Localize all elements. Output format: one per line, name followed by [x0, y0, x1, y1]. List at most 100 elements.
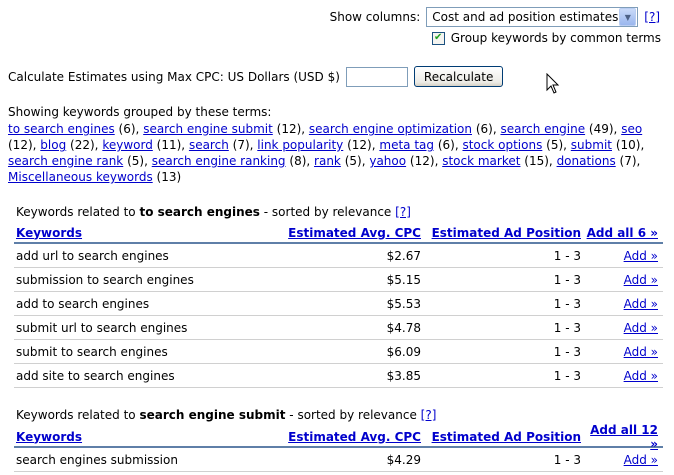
keywords-column-header[interactable]: Keywords — [14, 430, 246, 444]
show-columns-select[interactable]: Cost and ad position estimates ▼ — [426, 7, 639, 27]
section-suffix: - sorted by relevance — [263, 205, 392, 219]
term-count: (11) — [156, 138, 182, 152]
keywords-table: Keywords Estimated Avg. CPC Estimated Ad… — [14, 423, 663, 472]
term-count: (12) — [276, 122, 302, 136]
section-prefix: Keywords related to — [16, 205, 136, 219]
show-columns-row: Show columns: Cost and ad position estim… — [330, 7, 660, 27]
add-keyword-link[interactable]: Add » — [624, 345, 658, 359]
keyword-cell: submit url to search engines — [16, 320, 188, 335]
add-all-link[interactable]: Add all 12 » — [590, 423, 658, 451]
position-column-header[interactable]: Estimated Ad Position — [432, 226, 581, 240]
term-count: (5) — [344, 154, 362, 168]
table-header: Keywords Estimated Avg. CPC Estimated Ad… — [14, 423, 663, 451]
term-count: (12) — [347, 138, 372, 152]
term-count: (15) — [524, 154, 549, 168]
term-link[interactable]: stock market — [442, 154, 520, 168]
table-row: submit to search engines $6.09 1 - 3 Add » — [14, 340, 663, 364]
term-link[interactable]: search engine ranking — [152, 154, 286, 168]
position-cell: 1 - 3 — [553, 272, 581, 287]
keywords-table: Keywords Estimated Avg. CPC Estimated Ad… — [14, 223, 663, 388]
group-keywords-checkbox[interactable]: ✔ — [431, 31, 445, 45]
keyword-cell: search engines submission — [16, 452, 178, 467]
term-link[interactable]: seo — [621, 122, 642, 136]
section-term: to search engines — [139, 205, 260, 219]
position-cell: 1 - 3 — [553, 296, 581, 311]
term-link[interactable]: search engine optimization — [309, 122, 472, 136]
section-term: search engine submit — [139, 408, 286, 422]
term-link[interactable]: meta tag — [379, 138, 434, 152]
position-column-header[interactable]: Estimated Ad Position — [432, 430, 581, 444]
term-link[interactable]: rank — [314, 154, 341, 168]
add-keyword-link[interactable]: Add » — [624, 369, 658, 383]
grouped-terms-heading: Showing keywords grouped by these terms: — [8, 105, 272, 119]
calculate-row: Calculate Estimates using Max CPC: US Do… — [8, 66, 504, 87]
section-prefix: Keywords related to — [16, 408, 136, 422]
chevron-down-icon[interactable]: ▼ — [619, 8, 637, 26]
term-link[interactable]: blog — [40, 138, 66, 152]
add-all-link[interactable]: Add all 6 » — [587, 226, 658, 240]
term-link[interactable]: submit — [571, 138, 612, 152]
show-columns-label: Show columns: — [329, 10, 421, 24]
term-count: (5) — [546, 138, 564, 152]
table-row: add to search engines $5.53 1 - 3 Add » — [14, 292, 663, 316]
term-count: (12) — [409, 154, 435, 168]
term-link[interactable]: link popularity — [257, 138, 343, 152]
cpc-cell: $5.15 — [386, 272, 421, 287]
section-heading: Keywords related to to search engines - … — [16, 205, 411, 219]
term-link[interactable]: search engine — [500, 122, 585, 136]
position-cell: 1 - 3 — [553, 368, 581, 383]
term-link[interactable]: donations — [557, 154, 616, 168]
table-row: search engines submission $4.29 1 - 3 Add » — [14, 448, 663, 472]
cpc-cell: $3.85 — [386, 368, 421, 383]
cpc-cell: $2.67 — [386, 248, 421, 263]
section-help-link[interactable]: [?] — [421, 408, 437, 422]
term-link[interactable]: keyword — [102, 138, 153, 152]
term-link[interactable]: Miscellaneous keywords — [8, 170, 153, 184]
max-cpc-input[interactable] — [345, 66, 408, 87]
section-heading: Keywords related to search engine submit… — [16, 408, 436, 422]
cpc-cell: $4.78 — [386, 320, 421, 335]
term-link[interactable]: search — [189, 138, 229, 152]
add-keyword-link[interactable]: Add » — [624, 273, 658, 287]
term-link[interactable]: yahoo — [369, 154, 406, 168]
keyword-cell: add to search engines — [16, 296, 150, 311]
term-count: (8) — [289, 154, 307, 168]
position-cell: 1 - 3 — [553, 452, 581, 467]
position-cell: 1 - 3 — [553, 320, 581, 335]
grouped-terms-list: to search engines (6), search engine sub… — [8, 122, 645, 184]
section-help-link[interactable]: [?] — [395, 205, 411, 219]
table-row: add site to search engines $3.85 1 - 3 Add … — [14, 364, 663, 388]
mouse-cursor-icon — [546, 73, 560, 94]
term-count: (22) — [70, 138, 95, 152]
keyword-cell: add site to search engines — [16, 368, 175, 383]
table-row: add url to search engines $2.67 1 - 3 Add » — [14, 244, 663, 268]
add-keyword-link[interactable]: Add » — [624, 249, 658, 263]
table-row: submit url to search engines $4.78 1 - 3 Ad… — [14, 316, 663, 340]
table-row: submission to search engines $5.15 1 - 3 Ad… — [14, 268, 663, 292]
section-suffix: - sorted by relevance — [289, 408, 417, 422]
cpc-cell: $6.09 — [386, 344, 421, 359]
term-link[interactable]: search engine submit — [143, 122, 273, 136]
position-cell: 1 - 3 — [553, 248, 581, 263]
cpc-column-header[interactable]: Estimated Avg. CPC — [288, 226, 421, 240]
table-body: search engines submission $4.29 1 - 3 Add » — [14, 448, 663, 472]
term-count: (12) — [8, 138, 33, 152]
term-count: (7) — [232, 138, 250, 152]
keyword-cell: add url to search engines — [16, 248, 169, 263]
show-columns-help-link[interactable]: [?] — [644, 10, 660, 24]
table-body: add url to search engines $2.67 1 - 3 Add »… — [14, 244, 663, 388]
term-count: (13) — [156, 170, 182, 184]
term-link[interactable]: stock options — [462, 138, 542, 152]
add-keyword-link[interactable]: Add » — [624, 453, 658, 467]
cpc-column-header[interactable]: Estimated Avg. CPC — [288, 430, 421, 444]
term-count: (6) — [118, 122, 136, 136]
term-link[interactable]: to search engines — [8, 122, 115, 136]
term-count: (10) — [615, 138, 641, 152]
term-link[interactable]: search engine rank — [8, 154, 123, 168]
add-keyword-link[interactable]: Add » — [624, 297, 658, 311]
keywords-column-header[interactable]: Keywords — [14, 226, 246, 240]
term-count: (5) — [127, 154, 145, 168]
add-keyword-link[interactable]: Add » — [624, 321, 658, 335]
cpc-cell: $5.53 — [386, 296, 421, 311]
recalculate-button[interactable]: Recalculate — [413, 66, 504, 87]
